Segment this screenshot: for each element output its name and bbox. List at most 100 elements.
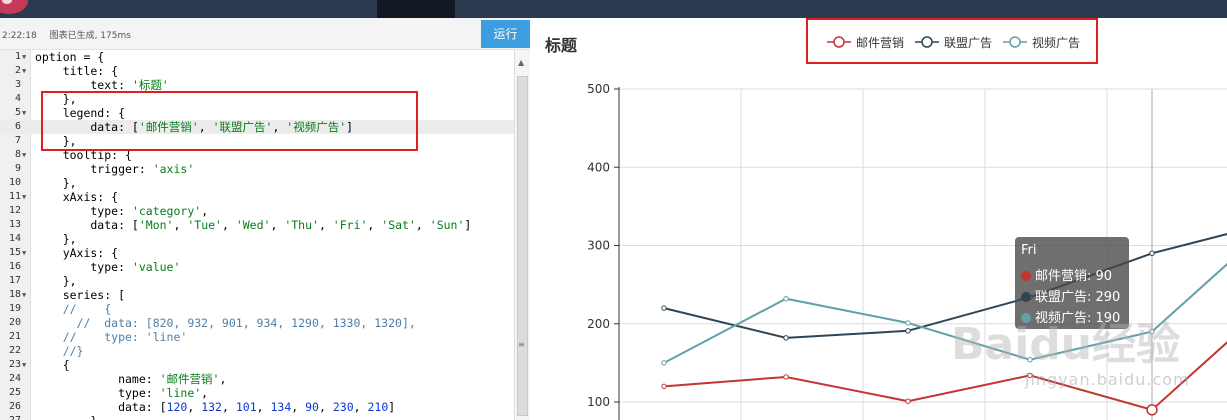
- editor-scrollbar[interactable]: ▲ ≡: [514, 50, 530, 420]
- series-dot-icon: [1021, 271, 1031, 281]
- code-line[interactable]: 20 // data: [820, 932, 901, 934, 1290, 1…: [0, 316, 514, 330]
- status-bar: 2:22:18 图表已生成, 175ms 运行: [0, 18, 530, 50]
- line-number: 26: [8, 401, 21, 412]
- tooltip-row: 联盟广告: 290: [1021, 286, 1120, 305]
- code-line[interactable]: 21 // type: 'line': [0, 330, 514, 344]
- code-line[interactable]: 18 ▼ series: [: [0, 288, 514, 302]
- data-point: [783, 374, 789, 380]
- code-text: {: [35, 358, 70, 372]
- line-number: 6: [14, 121, 21, 132]
- code-text: series: [: [35, 288, 126, 302]
- highlight-box-code: [41, 91, 418, 151]
- data-point: [905, 328, 911, 334]
- code-text: // {: [35, 302, 112, 316]
- code-line[interactable]: 13 data: ['Mon', 'Tue', 'Wed', 'Thu', 'F…: [0, 218, 514, 232]
- app-logo-icon[interactable]: [0, 0, 28, 14]
- code-line[interactable]: 2 ▼ title: {: [0, 64, 514, 78]
- code-text: option = {: [35, 50, 105, 64]
- code-line[interactable]: 22 //}: [0, 344, 514, 358]
- data-point: [1146, 404, 1158, 416]
- data-point: [1149, 328, 1155, 335]
- line-number: 25: [8, 387, 21, 398]
- code-line[interactable]: 27 },: [0, 414, 514, 420]
- code-text: trigger: 'axis': [35, 162, 195, 176]
- code-text: // type: 'line': [35, 330, 188, 344]
- code-line[interactable]: 24 name: '邮件营销',: [0, 372, 514, 386]
- data-point: [905, 398, 911, 404]
- y-tick-label: 400: [587, 160, 610, 174]
- legend-line-icon: [827, 36, 851, 48]
- line-number: 14: [8, 233, 21, 244]
- run-button[interactable]: 运行: [481, 20, 530, 48]
- code-text: text: '标题': [35, 78, 169, 92]
- code-line[interactable]: 25 type: 'line',: [0, 386, 514, 400]
- line-number: 10: [8, 177, 21, 188]
- fold-toggle-icon[interactable]: ▼: [22, 50, 26, 64]
- line-number: 1: [14, 51, 21, 62]
- line-chart: 100 200 300 400 500: [587, 82, 1227, 420]
- scroll-thumb[interactable]: [517, 76, 528, 416]
- y-tick-label: 200: [587, 317, 610, 331]
- code-line[interactable]: 19 // {: [0, 302, 514, 316]
- fold-toggle-icon[interactable]: ▼: [22, 148, 26, 162]
- series-line: [663, 233, 1227, 339]
- fold-toggle-icon[interactable]: ▼: [22, 288, 26, 302]
- code-line[interactable]: 16 type: 'value': [0, 260, 514, 274]
- top-bar: [0, 0, 1227, 18]
- scroll-grip-icon: ≡: [518, 340, 525, 349]
- data-point: [661, 305, 667, 311]
- fold-toggle-icon[interactable]: ▼: [22, 246, 26, 260]
- code-text: yAxis: {: [35, 246, 119, 260]
- code-text: //}: [35, 344, 84, 358]
- line-number: 2: [14, 65, 21, 76]
- chart-legend: 邮件营销 联盟广告 视频广告: [806, 18, 1098, 64]
- line-number: 20: [8, 317, 21, 328]
- fold-toggle-icon[interactable]: ▼: [22, 190, 26, 204]
- line-number: 23: [8, 359, 21, 370]
- code-text: type: 'category',: [35, 204, 209, 218]
- code-line[interactable]: 1 ▼ option = {: [0, 50, 514, 64]
- code-line[interactable]: 10 },: [0, 176, 514, 190]
- code-line[interactable]: 9 trigger: 'axis': [0, 162, 514, 176]
- code-line[interactable]: 3 text: '标题': [0, 78, 514, 92]
- code-line[interactable]: 12 type: 'category',: [0, 204, 514, 218]
- code-line[interactable]: 11 ▼ xAxis: {: [0, 190, 514, 204]
- fold-toggle-icon[interactable]: ▼: [22, 64, 26, 78]
- data-point: [783, 335, 789, 341]
- code-text: },: [35, 176, 77, 190]
- code-text: title: {: [35, 64, 119, 78]
- legend-line-icon: [1003, 36, 1027, 48]
- scroll-up-icon[interactable]: ▲: [518, 58, 524, 67]
- code-text: type: 'value': [35, 260, 181, 274]
- code-line[interactable]: 15 ▼ yAxis: {: [0, 246, 514, 260]
- code-panel: 2:22:18 图表已生成, 175ms 运行 1 ▼ option = {2 ▼ t…: [0, 18, 530, 420]
- code-text: type: 'line',: [35, 386, 209, 400]
- line-number: 7: [14, 135, 21, 146]
- data-point: [783, 296, 789, 302]
- line-number: 12: [8, 205, 21, 216]
- code-line[interactable]: 14 },: [0, 232, 514, 246]
- tooltip-row: 视频广告: 190: [1021, 307, 1120, 326]
- fold-toggle-icon[interactable]: ▼: [22, 106, 26, 120]
- code-line[interactable]: 23 ▼ {: [0, 358, 514, 372]
- legend-label-alliance: 联盟广告: [944, 36, 993, 50]
- data-point: [905, 320, 911, 326]
- line-number: 24: [8, 373, 21, 384]
- code-line[interactable]: 26 data: [120, 132, 101, 134, 90, 230, 2…: [0, 400, 514, 414]
- series-line: [663, 262, 1227, 364]
- line-number: 5: [14, 107, 21, 118]
- line-number: 15: [8, 247, 21, 258]
- code-text: xAxis: {: [35, 190, 119, 204]
- top-tab[interactable]: [377, 0, 455, 18]
- line-number: 13: [8, 219, 21, 230]
- tooltip-title: Fri: [1021, 243, 1037, 258]
- line-number: 18: [8, 289, 21, 300]
- code-line[interactable]: 17 },: [0, 274, 514, 288]
- line-number: 16: [8, 261, 21, 272]
- fold-toggle-icon[interactable]: ▼: [22, 358, 26, 372]
- line-number: 9: [14, 163, 21, 174]
- data-point: [661, 383, 667, 390]
- series-dot-icon: [1021, 313, 1031, 323]
- line-number: 21: [8, 331, 21, 342]
- code-text: name: '邮件营销',: [35, 372, 227, 386]
